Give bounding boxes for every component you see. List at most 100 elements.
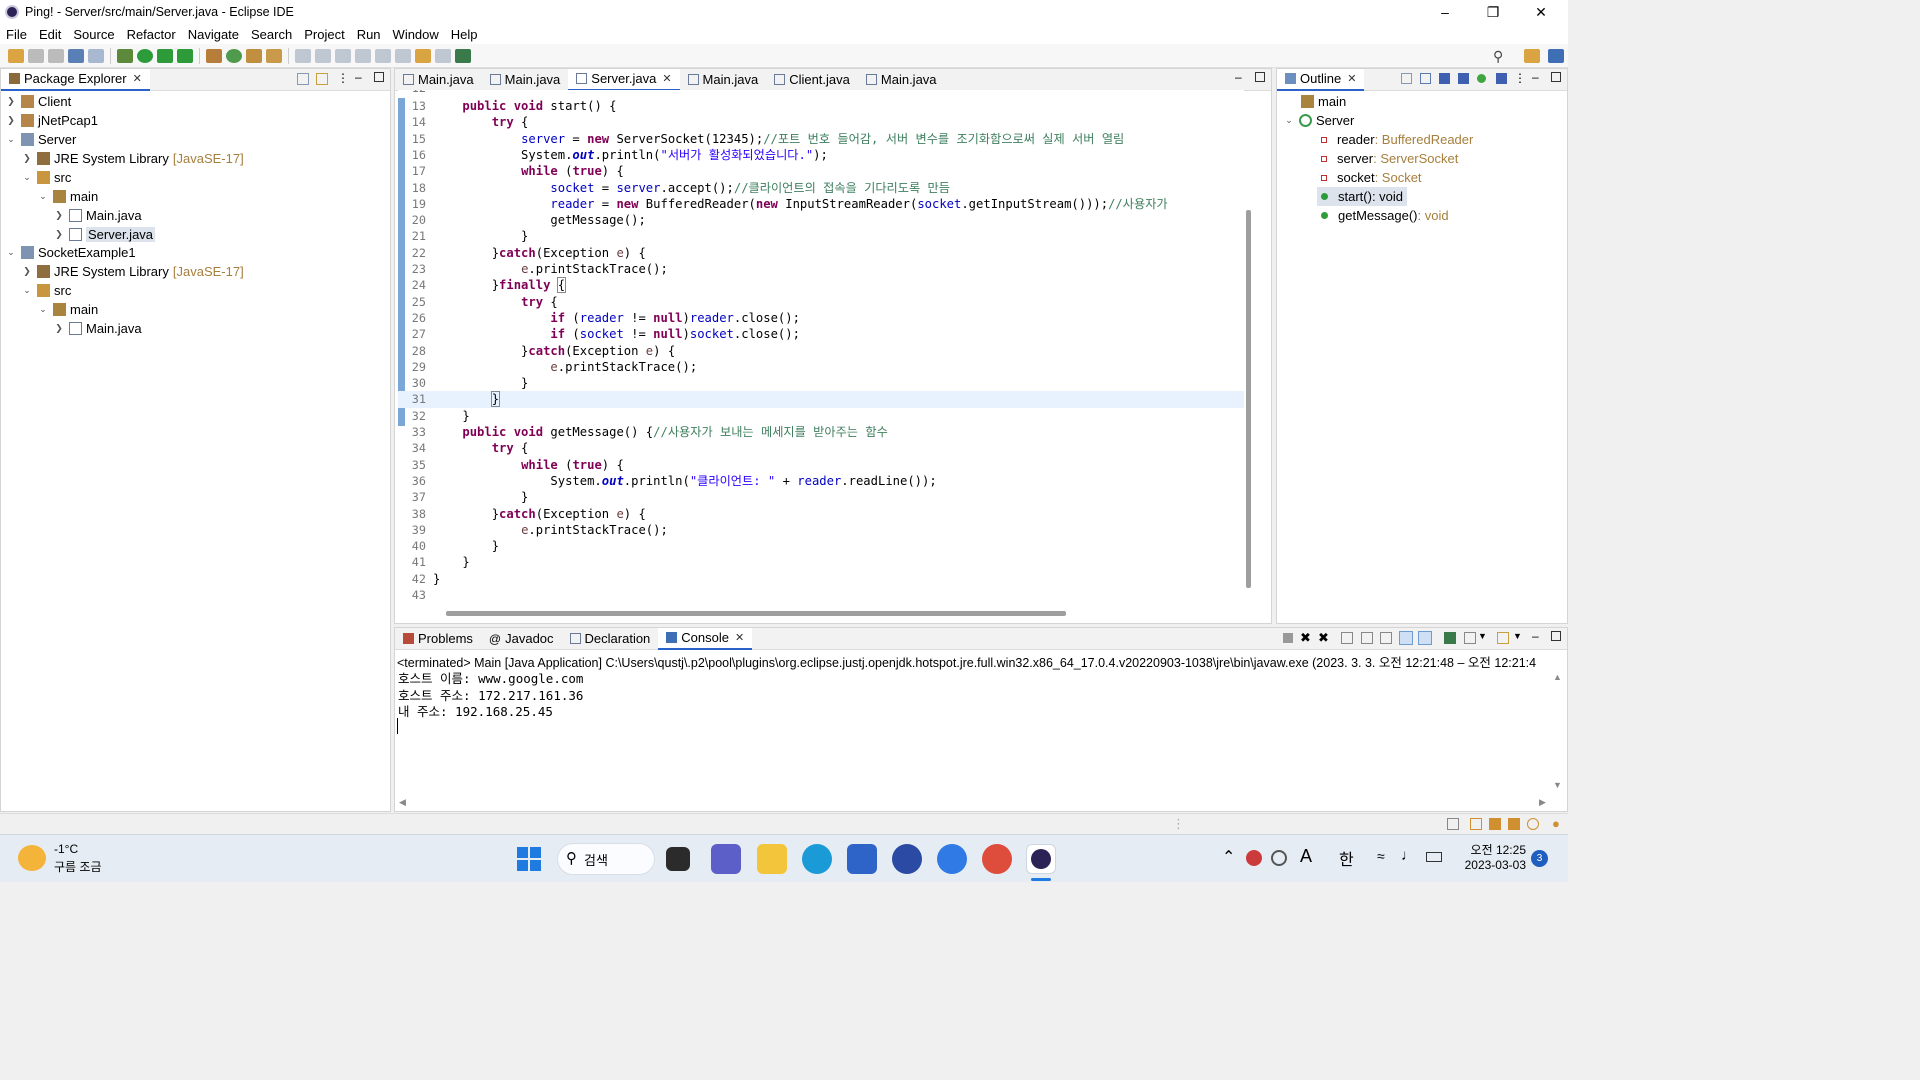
- tree-item-main-package[interactable]: ⌄ main: [37, 300, 98, 319]
- collapse-all-icon[interactable]: [297, 73, 309, 85]
- tab-console[interactable]: Console ✕: [658, 627, 753, 650]
- maximize-view-icon[interactable]: [1255, 72, 1265, 82]
- chevron-down-icon[interactable]: ⌄: [21, 285, 33, 296]
- scroll-lock-icon[interactable]: [1361, 632, 1373, 644]
- tree-item-main-java[interactable]: ❯ Main.java: [53, 206, 141, 225]
- app-icon[interactable]: [937, 844, 967, 874]
- outline-item-field[interactable]: server : ServerSocket: [1317, 149, 1458, 168]
- hide-static-icon[interactable]: [1458, 73, 1469, 84]
- editor-tab[interactable]: Main.java: [482, 69, 569, 91]
- scroll-up-icon[interactable]: ▲: [1553, 672, 1562, 682]
- menu-file[interactable]: File: [0, 27, 33, 42]
- view-menu-icon[interactable]: ⋮: [337, 71, 349, 85]
- tree-item-src[interactable]: ⌄ src: [21, 168, 71, 187]
- new-java-project-icon[interactable]: [206, 48, 222, 63]
- menu-edit[interactable]: Edit: [33, 27, 67, 42]
- next-edit-icon[interactable]: [375, 48, 391, 63]
- outline-item-field[interactable]: reader : BufferedReader: [1317, 130, 1473, 149]
- weather-desc[interactable]: 구름 조금: [54, 858, 102, 875]
- terminate-icon[interactable]: [1283, 633, 1293, 643]
- forward-icon[interactable]: [435, 48, 451, 63]
- store-icon[interactable]: [847, 844, 877, 874]
- chevron-down-icon[interactable]: ⌄: [21, 172, 33, 183]
- chevron-down-icon[interactable]: ⌄: [5, 247, 17, 258]
- outline-item-field[interactable]: socket : Socket: [1317, 168, 1422, 187]
- chevron-right-icon[interactable]: ❯: [53, 210, 65, 221]
- menu-search[interactable]: Search: [245, 27, 298, 42]
- editor-tab[interactable]: Main.java: [395, 69, 482, 91]
- chevron-down-icon[interactable]: ⌄: [37, 304, 49, 315]
- clock-time[interactable]: 오전 12:25: [1456, 841, 1526, 858]
- external-tools-icon[interactable]: [177, 48, 193, 63]
- lightbulb-icon[interactable]: ●: [1552, 816, 1560, 831]
- show-whitespace-icon[interactable]: [355, 48, 371, 63]
- code-editor[interactable]: 12 13 public void start() { 14 try { 15 …: [398, 90, 1244, 604]
- wifi-icon[interactable]: ≈: [1377, 848, 1385, 864]
- ime-indicator[interactable]: 한: [1339, 846, 1354, 870]
- help-icon[interactable]: [1527, 818, 1539, 830]
- tray-sync-icon[interactable]: [1271, 850, 1287, 866]
- task-icon[interactable]: [1489, 818, 1501, 830]
- open-console-icon[interactable]: [1497, 632, 1509, 644]
- clear-console-icon[interactable]: [1341, 632, 1353, 644]
- task-view-icon[interactable]: [666, 847, 690, 871]
- pin-console-icon[interactable]: [1444, 632, 1456, 644]
- maximize-view-icon[interactable]: [1551, 631, 1561, 641]
- edge-icon[interactable]: [802, 844, 832, 874]
- volume-icon[interactable]: ♩: [1401, 847, 1416, 864]
- tab-problems[interactable]: Problems: [395, 628, 481, 650]
- save-all-icon[interactable]: [48, 48, 64, 63]
- outline-item-method[interactable]: getMessage() : void: [1317, 206, 1449, 225]
- collapse-all-icon[interactable]: [1401, 73, 1412, 84]
- chevron-right-icon[interactable]: ❯: [53, 229, 65, 240]
- taskbar-search[interactable]: ⚲ 검색: [557, 843, 655, 875]
- menu-run[interactable]: Run: [351, 27, 387, 42]
- new-icon[interactable]: [8, 48, 24, 63]
- show-stderr-icon[interactable]: [1418, 631, 1432, 645]
- terminal-icon[interactable]: [68, 48, 84, 63]
- run-icon[interactable]: [137, 48, 153, 63]
- display-console-icon[interactable]: [1464, 632, 1476, 644]
- save-icon[interactable]: [28, 48, 44, 63]
- sort-icon[interactable]: [1420, 73, 1431, 84]
- last-edit-icon[interactable]: [395, 48, 411, 63]
- close-window-button[interactable]: ✕: [1518, 0, 1564, 24]
- debug-icon[interactable]: [117, 48, 133, 63]
- battery-icon[interactable]: [1426, 852, 1442, 862]
- chevron-right-icon[interactable]: ❯: [21, 266, 33, 277]
- tree-item-jre-library[interactable]: ❯ JRE System Library [JavaSE-17]: [21, 262, 243, 281]
- chrome-icon[interactable]: [982, 844, 1012, 874]
- scroll-down-icon[interactable]: ▼: [1553, 780, 1562, 790]
- editor-tab[interactable]: Main.java: [680, 69, 767, 91]
- search-icon[interactable]: ⚲: [1493, 49, 1509, 63]
- progress-icon[interactable]: [1447, 818, 1459, 830]
- tree-item-server[interactable]: ⌄ Server: [5, 130, 76, 149]
- editor-horizontal-scrollbar[interactable]: [446, 611, 1066, 616]
- chevron-right-icon[interactable]: ❯: [21, 153, 33, 164]
- minimize-view-icon[interactable]: –: [1532, 70, 1539, 84]
- new-class-icon[interactable]: [226, 48, 242, 63]
- chevron-down-icon[interactable]: ▼: [1478, 631, 1487, 641]
- notification-icon[interactable]: [1470, 818, 1482, 830]
- font-icon[interactable]: A: [1300, 846, 1312, 867]
- tree-item-server-java[interactable]: ❯ Server.java: [53, 225, 156, 244]
- teams-chat-icon[interactable]: [711, 844, 741, 874]
- remove-all-icon[interactable]: ✖: [1318, 630, 1329, 646]
- editor-vertical-scrollbar[interactable]: [1246, 210, 1251, 588]
- link-editor-icon[interactable]: [316, 73, 328, 85]
- close-icon[interactable]: ✕: [1347, 72, 1356, 85]
- tray-app-icon[interactable]: [1246, 850, 1262, 866]
- menu-window[interactable]: Window: [387, 27, 445, 42]
- close-icon[interactable]: ✕: [735, 631, 744, 644]
- open-perspective-icon[interactable]: [1524, 48, 1540, 63]
- tab-declaration[interactable]: Declaration: [562, 628, 659, 650]
- maximize-view-icon[interactable]: [374, 72, 384, 82]
- tree-item-jre-library[interactable]: ❯ JRE System Library [JavaSE-17]: [21, 149, 243, 168]
- java-perspective-icon[interactable]: [1548, 48, 1564, 63]
- minimize-view-icon[interactable]: –: [355, 70, 362, 84]
- menu-source[interactable]: Source: [67, 27, 120, 42]
- tree-item-client[interactable]: ❯ Client: [5, 92, 71, 111]
- show-stdout-icon[interactable]: [1399, 631, 1413, 645]
- menu-navigate[interactable]: Navigate: [182, 27, 245, 42]
- menu-refactor[interactable]: Refactor: [121, 27, 182, 42]
